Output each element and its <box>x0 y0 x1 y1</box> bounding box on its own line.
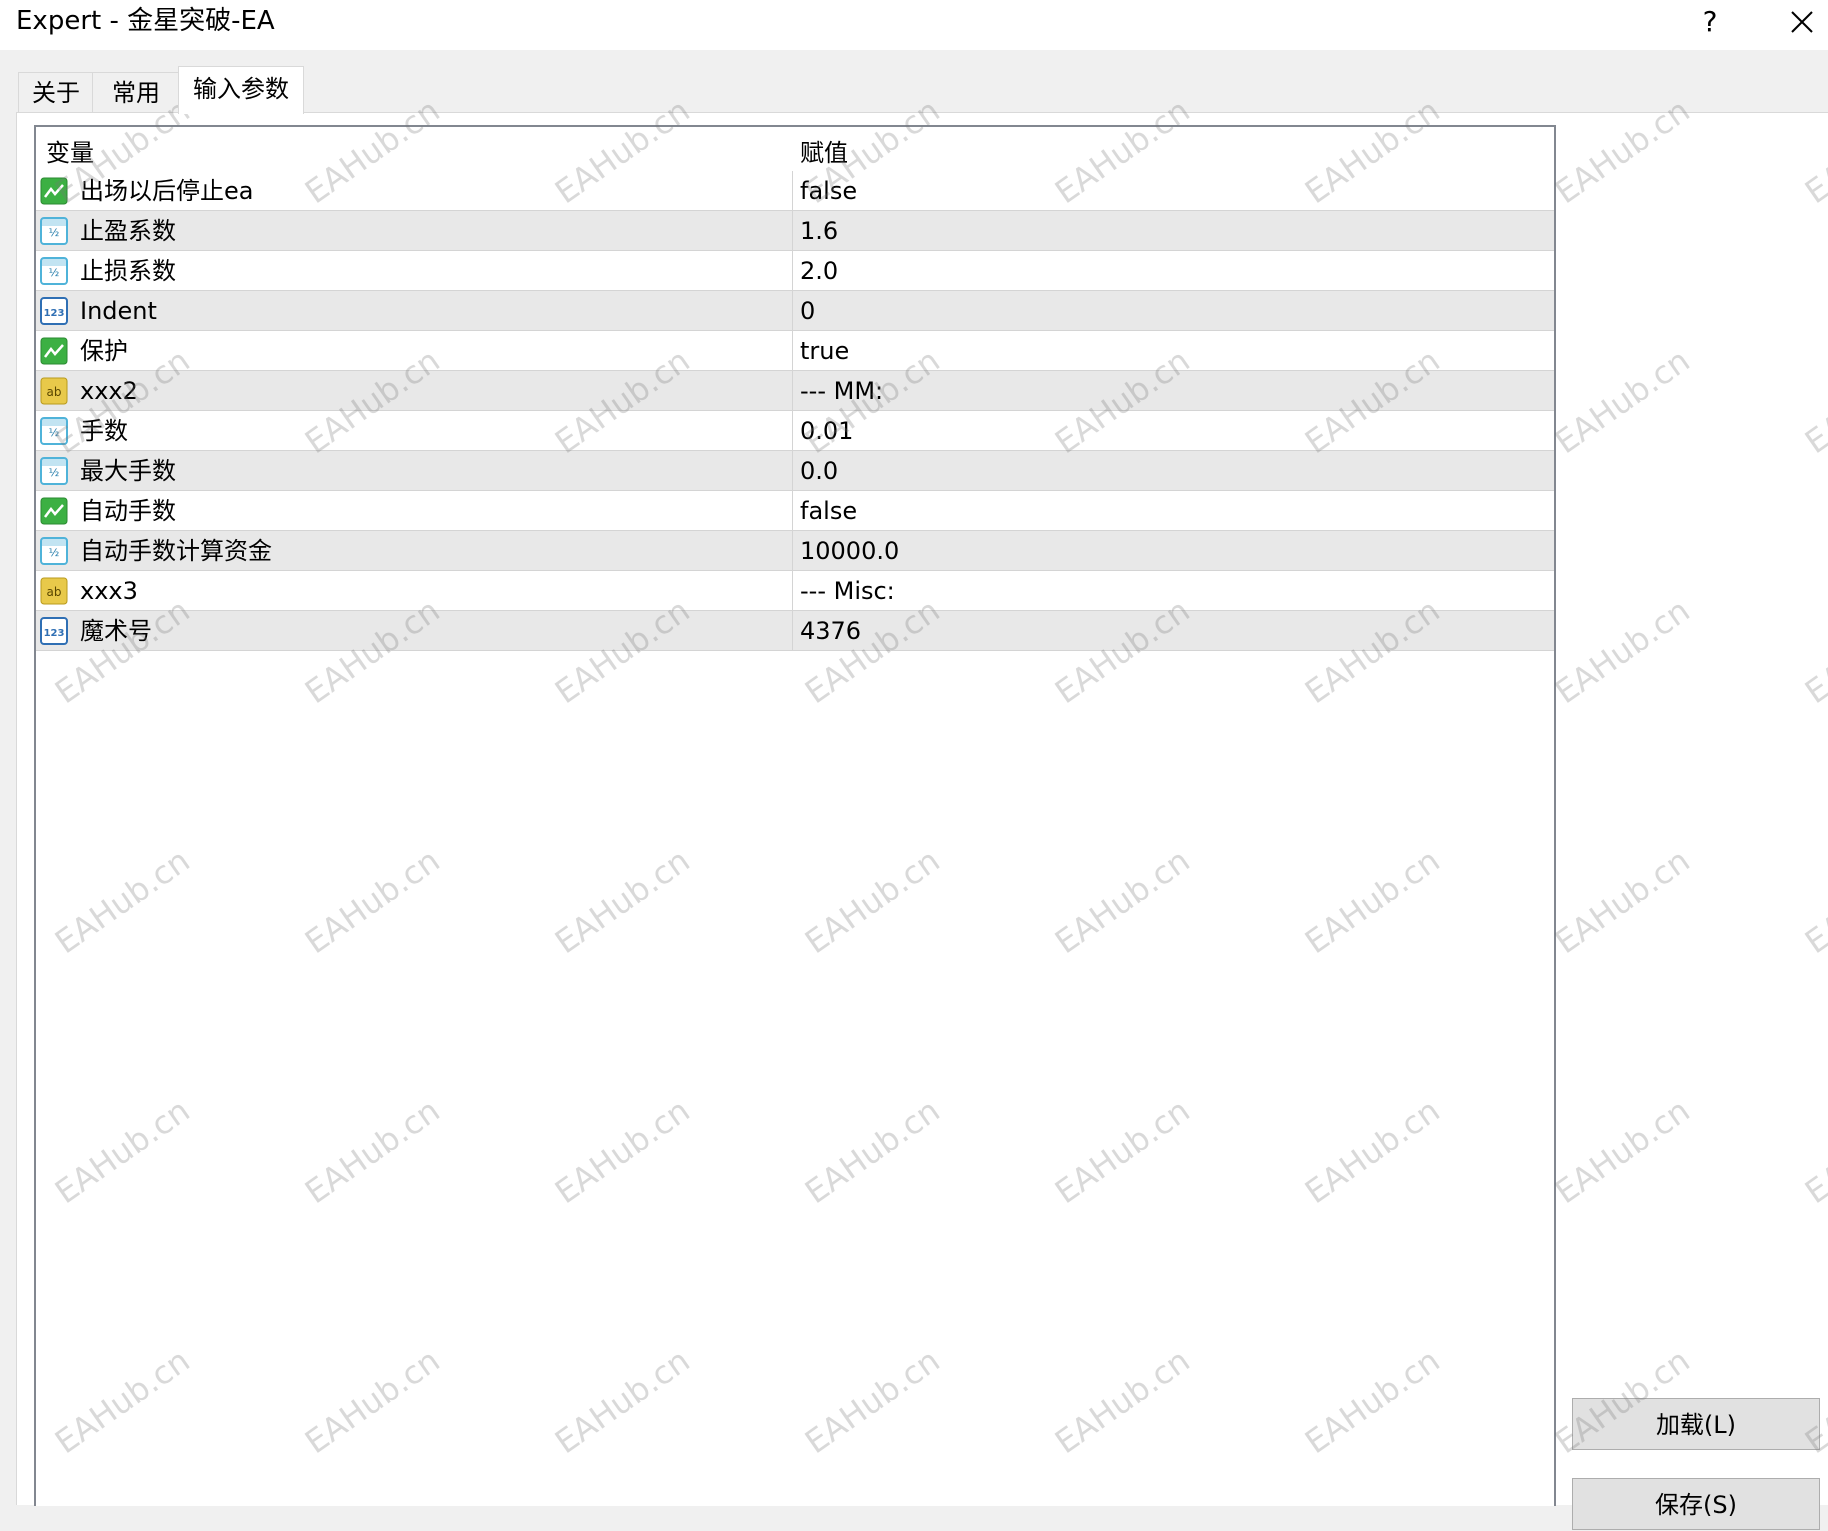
column-divider <box>792 571 793 611</box>
svg-text:½: ½ <box>49 466 60 479</box>
parameter-value[interactable]: --- Misc: <box>800 571 895 611</box>
column-divider <box>792 211 793 251</box>
parameter-row[interactable]: ½ 自动手数计算资金 10000.0 <box>36 531 1554 571</box>
double-icon: ½ <box>40 537 68 565</box>
grid-header: 变量 赋值 <box>36 127 1554 171</box>
parameter-row[interactable]: ab xxx3 --- Misc: <box>36 571 1554 611</box>
svg-text:½: ½ <box>49 226 60 239</box>
integer-icon: 123 <box>40 297 68 325</box>
parameter-row[interactable]: ½ 最大手数 0.0 <box>36 451 1554 491</box>
column-divider <box>792 371 793 411</box>
column-header-variable[interactable]: 变量 <box>46 135 94 171</box>
parameter-row[interactable]: 123 Indent 0 <box>36 291 1554 331</box>
parameter-row[interactable]: 出场以后停止ea false <box>36 171 1554 211</box>
parameter-name: 自动手数 <box>80 497 176 525</box>
parameter-name: 止损系数 <box>80 257 176 285</box>
double-icon: ½ <box>40 457 68 485</box>
bool-icon <box>40 497 68 525</box>
parameter-value[interactable]: 10000.0 <box>800 531 899 571</box>
parameter-value[interactable]: false <box>800 491 857 531</box>
parameter-value[interactable]: 0.01 <box>800 411 853 451</box>
column-divider <box>792 291 793 331</box>
parameter-value[interactable]: 0.0 <box>800 451 838 491</box>
string-icon: ab <box>40 377 68 405</box>
parameter-row[interactable]: 自动手数 false <box>36 491 1554 531</box>
parameter-value[interactable]: true <box>800 331 849 371</box>
parameter-name: 出场以后停止ea <box>80 177 254 205</box>
parameter-name: 自动手数计算资金 <box>80 537 272 565</box>
parameter-name: 最大手数 <box>80 457 176 485</box>
column-divider <box>792 531 793 571</box>
close-button[interactable] <box>1780 2 1824 42</box>
column-divider <box>792 251 793 291</box>
title-bar: Expert - 金星突破-EA ? <box>0 0 1828 50</box>
svg-text:½: ½ <box>49 426 60 439</box>
double-icon: ½ <box>40 417 68 445</box>
parameter-value[interactable]: 0 <box>800 291 815 331</box>
column-divider <box>792 171 793 211</box>
string-icon: ab <box>40 577 68 605</box>
bool-icon <box>40 337 68 365</box>
grid-rows: 出场以后停止ea false ½ 止盈系数 1.6 ½ 止损系数 2.0 123 Indent 0 保… <box>36 171 1554 651</box>
bool-icon <box>40 177 68 205</box>
column-divider <box>792 451 793 491</box>
column-divider <box>792 491 793 531</box>
parameter-row[interactable]: ab xxx2 --- MM: <box>36 371 1554 411</box>
save-button[interactable]: 保存(S) <box>1572 1478 1820 1530</box>
parameter-name: xxx2 <box>80 377 138 405</box>
parameter-value[interactable]: 1.6 <box>800 211 838 251</box>
parameter-name: Indent <box>80 297 157 325</box>
expert-properties-dialog: Expert - 金星突破-EA ? 关于 常用 输入参数 变量 赋值 出场以后… <box>0 0 1828 1530</box>
svg-text:½: ½ <box>49 266 60 279</box>
parameter-row[interactable]: ½ 止盈系数 1.6 <box>36 211 1554 251</box>
parameter-value[interactable]: 2.0 <box>800 251 838 291</box>
integer-icon: 123 <box>40 617 68 645</box>
tab-common[interactable]: 常用 <box>92 72 180 113</box>
window-title: Expert - 金星突破-EA <box>16 6 275 36</box>
double-icon: ½ <box>40 217 68 245</box>
tab-inputs[interactable]: 输入参数 <box>178 66 304 114</box>
parameter-row[interactable]: 123 魔术号 4376 <box>36 611 1554 651</box>
column-divider <box>792 611 793 651</box>
help-button[interactable]: ? <box>1690 2 1730 42</box>
parameter-value[interactable]: false <box>800 171 857 211</box>
column-divider <box>792 331 793 371</box>
parameter-name: xxx3 <box>80 577 138 605</box>
parameter-value[interactable]: 4376 <box>800 611 861 651</box>
svg-text:123: 123 <box>44 308 65 319</box>
load-button[interactable]: 加载(L) <box>1572 1398 1820 1450</box>
input-parameters-grid[interactable]: 变量 赋值 出场以后停止ea false ½ 止盈系数 1.6 ½ 止损系数 2.0 123 In… <box>34 125 1556 1506</box>
column-header-value[interactable]: 赋值 <box>800 135 848 171</box>
parameter-row[interactable]: ½ 手数 0.01 <box>36 411 1554 451</box>
tab-about[interactable]: 关于 <box>18 72 94 113</box>
parameter-name: 止盈系数 <box>80 217 176 245</box>
double-icon: ½ <box>40 257 68 285</box>
parameter-row[interactable]: 保护 true <box>36 331 1554 371</box>
parameter-name: 魔术号 <box>80 617 152 645</box>
svg-text:ab: ab <box>47 385 62 399</box>
svg-text:½: ½ <box>49 546 60 559</box>
column-divider <box>792 411 793 451</box>
svg-text:ab: ab <box>47 585 62 599</box>
svg-text:123: 123 <box>44 628 65 639</box>
parameter-row[interactable]: ½ 止损系数 2.0 <box>36 251 1554 291</box>
parameter-name: 手数 <box>80 417 128 445</box>
close-icon <box>1791 11 1813 33</box>
parameter-name: 保护 <box>80 337 128 365</box>
parameter-value[interactable]: --- MM: <box>800 371 883 411</box>
